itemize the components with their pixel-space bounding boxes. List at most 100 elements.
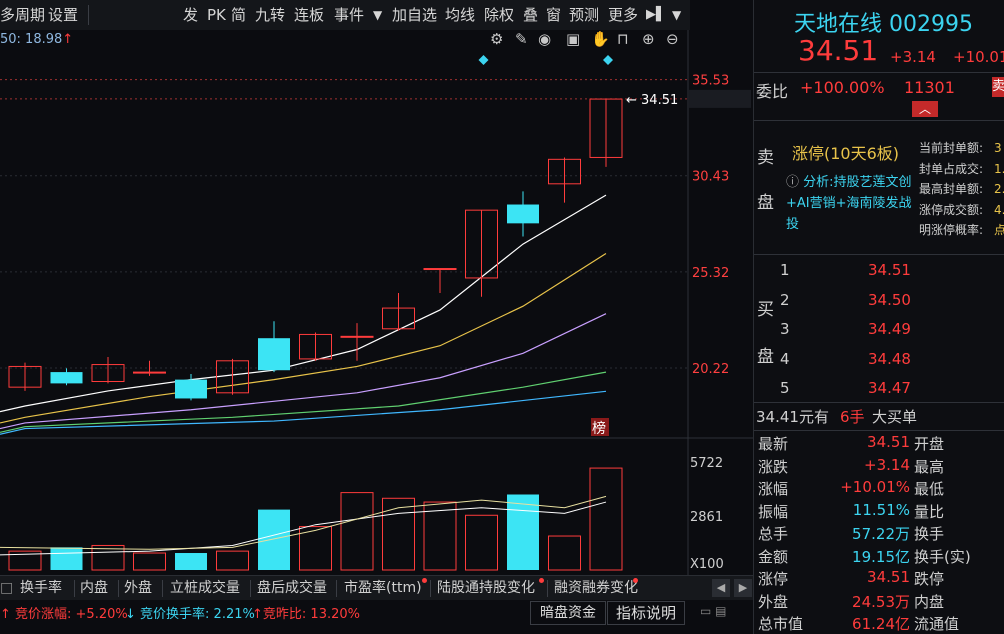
- settings-button[interactable]: 设置: [48, 0, 78, 30]
- ma-line-2: [0, 313, 607, 430]
- price-change-pct: +10.01: [953, 48, 1004, 66]
- forecast-button[interactable]: 预测: [569, 0, 599, 30]
- stat-label-right: 开盘: [914, 435, 945, 453]
- kline-chart[interactable]: 35.5334.5130.4325.3220.22← 34.51榜5722286…: [0, 30, 753, 575]
- simple-button[interactable]: 简: [231, 0, 246, 30]
- bid-level: 3: [780, 320, 790, 338]
- candle-body: [133, 371, 166, 374]
- candle-body: [258, 338, 290, 371]
- multi-period-button[interactable]: 多周期: [0, 0, 45, 30]
- more-button[interactable]: 更多: [608, 0, 638, 30]
- more-dropdown-icon[interactable]: ▼: [672, 0, 681, 30]
- buy-label-1: 买: [757, 300, 774, 320]
- stat-value: 57.22万: [852, 525, 910, 543]
- stat-label-right: 最高: [914, 457, 945, 476]
- bid-level: 4: [780, 349, 790, 368]
- limit-up-analysis: ⓘ 分析:持股艺莲文创+AI营销+海南陵发战投: [786, 175, 912, 232]
- pk-button[interactable]: PK: [207, 0, 226, 30]
- stat-label: 涨幅: [758, 480, 789, 498]
- tab-outer[interactable]: 外盘: [124, 576, 152, 601]
- price-change: +3.14: [890, 48, 936, 66]
- tab-turnover[interactable]: 换手率: [20, 576, 62, 601]
- volume-bar: [216, 550, 249, 571]
- weibi-value: +100.00%: [800, 78, 885, 97]
- tabs-prev-icon[interactable]: ◀: [712, 579, 730, 597]
- stat-label: 涨跌: [758, 457, 789, 476]
- buy-label-2: 盘: [757, 347, 774, 367]
- bang-tag: 榜: [592, 420, 606, 437]
- stat-label-right: 内盘: [914, 592, 945, 611]
- stat-label: 总手: [758, 525, 789, 543]
- big-order-text: 大买单: [872, 408, 918, 426]
- expand-icon[interactable]: ▶▌: [646, 0, 666, 30]
- stat-label: 涨停: [758, 570, 789, 588]
- auction-change: ↑ 竞价涨幅: +5.20%: [0, 607, 128, 622]
- candle-body: [175, 379, 207, 399]
- top-toolbar: 多周期 设置 发 PK 简 九转 连板 事件 ▼ 加自选 均线 除权 叠 窗 预…: [0, 0, 690, 31]
- stat-value: 34.51: [867, 568, 910, 586]
- bid-price[interactable]: 34.51: [868, 261, 911, 279]
- tab-pe-ttm[interactable]: 市盈率(ttm): [344, 576, 422, 601]
- volume-tick-label: 2861: [690, 510, 723, 525]
- stat-label: 总市值: [758, 615, 804, 633]
- volume-bar: [423, 501, 457, 571]
- tab-margin-trading[interactable]: 融资融券变化: [554, 576, 638, 601]
- moving-average-button[interactable]: 均线: [445, 0, 475, 30]
- send-button[interactable]: 发: [183, 0, 198, 30]
- limit-stats: 当前封单额: 封单占成交: 最高封单额: 涨停成交额: 明涨停概率:: [919, 141, 984, 237]
- stat-value: 61.24亿: [852, 615, 910, 633]
- stat-label-right: 量比: [914, 502, 945, 521]
- stat-value: 24.53万: [852, 592, 910, 611]
- tabs-next-icon[interactable]: ▶: [734, 579, 752, 597]
- sell-side-tag[interactable]: 卖: [992, 77, 1004, 97]
- stat-label-right: 跌停: [914, 570, 945, 588]
- event-button[interactable]: 事件: [334, 0, 364, 30]
- stat-value: 11.51%: [852, 500, 910, 519]
- stat-value: 19.15亿: [852, 547, 910, 566]
- chart-area[interactable]: 50: 18.98↑ ⚙ ✎ ◉ ▣ ✋ ⊓ ⊕ ⊖ 35.5334.5130.…: [0, 30, 753, 575]
- auction-turnover: ↓ 竞价换手率: 2.21%: [125, 607, 255, 622]
- collapse-icon[interactable]: ︿: [912, 101, 938, 117]
- volume-unit-label: X100: [690, 557, 724, 572]
- bid-level: 1: [780, 261, 790, 279]
- bid-price[interactable]: 34.50: [868, 291, 911, 309]
- volume-bar: [507, 494, 539, 570]
- volume-bar: [340, 492, 374, 571]
- stat-label: 外盘: [758, 592, 789, 611]
- volume-bar: [548, 535, 581, 571]
- window-button[interactable]: 窗: [546, 0, 561, 30]
- tab-hk-connect-holding[interactable]: 陆股通持股变化: [437, 576, 535, 601]
- price-tick-label: 35.53: [692, 74, 729, 89]
- price-tick-label: 30.43: [692, 170, 729, 185]
- tab-after-hours-volume[interactable]: 盘后成交量: [257, 576, 327, 601]
- volume-bar: [175, 553, 207, 570]
- indicator-help-button[interactable]: 指标说明: [607, 601, 685, 625]
- stat-label: 金额: [758, 547, 789, 566]
- tab-pile-volume[interactable]: 立桩成交量: [170, 576, 240, 601]
- toggle-icon[interactable]: ▭ ▤: [700, 604, 727, 618]
- volume-bar: [50, 547, 83, 570]
- candle-body: [50, 372, 83, 384]
- limit-board-button[interactable]: 连板: [294, 0, 324, 30]
- volume-bar: [133, 552, 166, 571]
- add-watchlist-button[interactable]: 加自选: [392, 0, 437, 30]
- bid-price[interactable]: 34.47: [868, 379, 911, 397]
- event-dropdown-icon[interactable]: ▼: [373, 0, 382, 30]
- overlay-button[interactable]: 叠: [523, 0, 538, 30]
- price-tag-bg: [689, 89, 751, 108]
- dark-funds-button[interactable]: 暗盘资金: [530, 601, 606, 625]
- stat-label-right: 流通值: [914, 615, 960, 633]
- ma-line-1: [0, 252, 607, 424]
- bid-level: 5: [780, 379, 790, 397]
- bid-price[interactable]: 34.49: [868, 320, 911, 338]
- ma-line-3: [0, 371, 607, 433]
- volume-bar: [382, 497, 415, 571]
- candle-body: [507, 204, 539, 224]
- last-price-marker: ← 34.51: [626, 93, 678, 108]
- bid-price[interactable]: 34.48: [868, 350, 911, 368]
- ex-rights-button[interactable]: 除权: [484, 0, 514, 30]
- nine-turn-button[interactable]: 九转: [255, 0, 285, 30]
- tab-inner[interactable]: 内盘: [80, 576, 108, 601]
- weicha-value: 11301: [904, 78, 955, 97]
- volume-tick-label: 5722: [690, 456, 723, 471]
